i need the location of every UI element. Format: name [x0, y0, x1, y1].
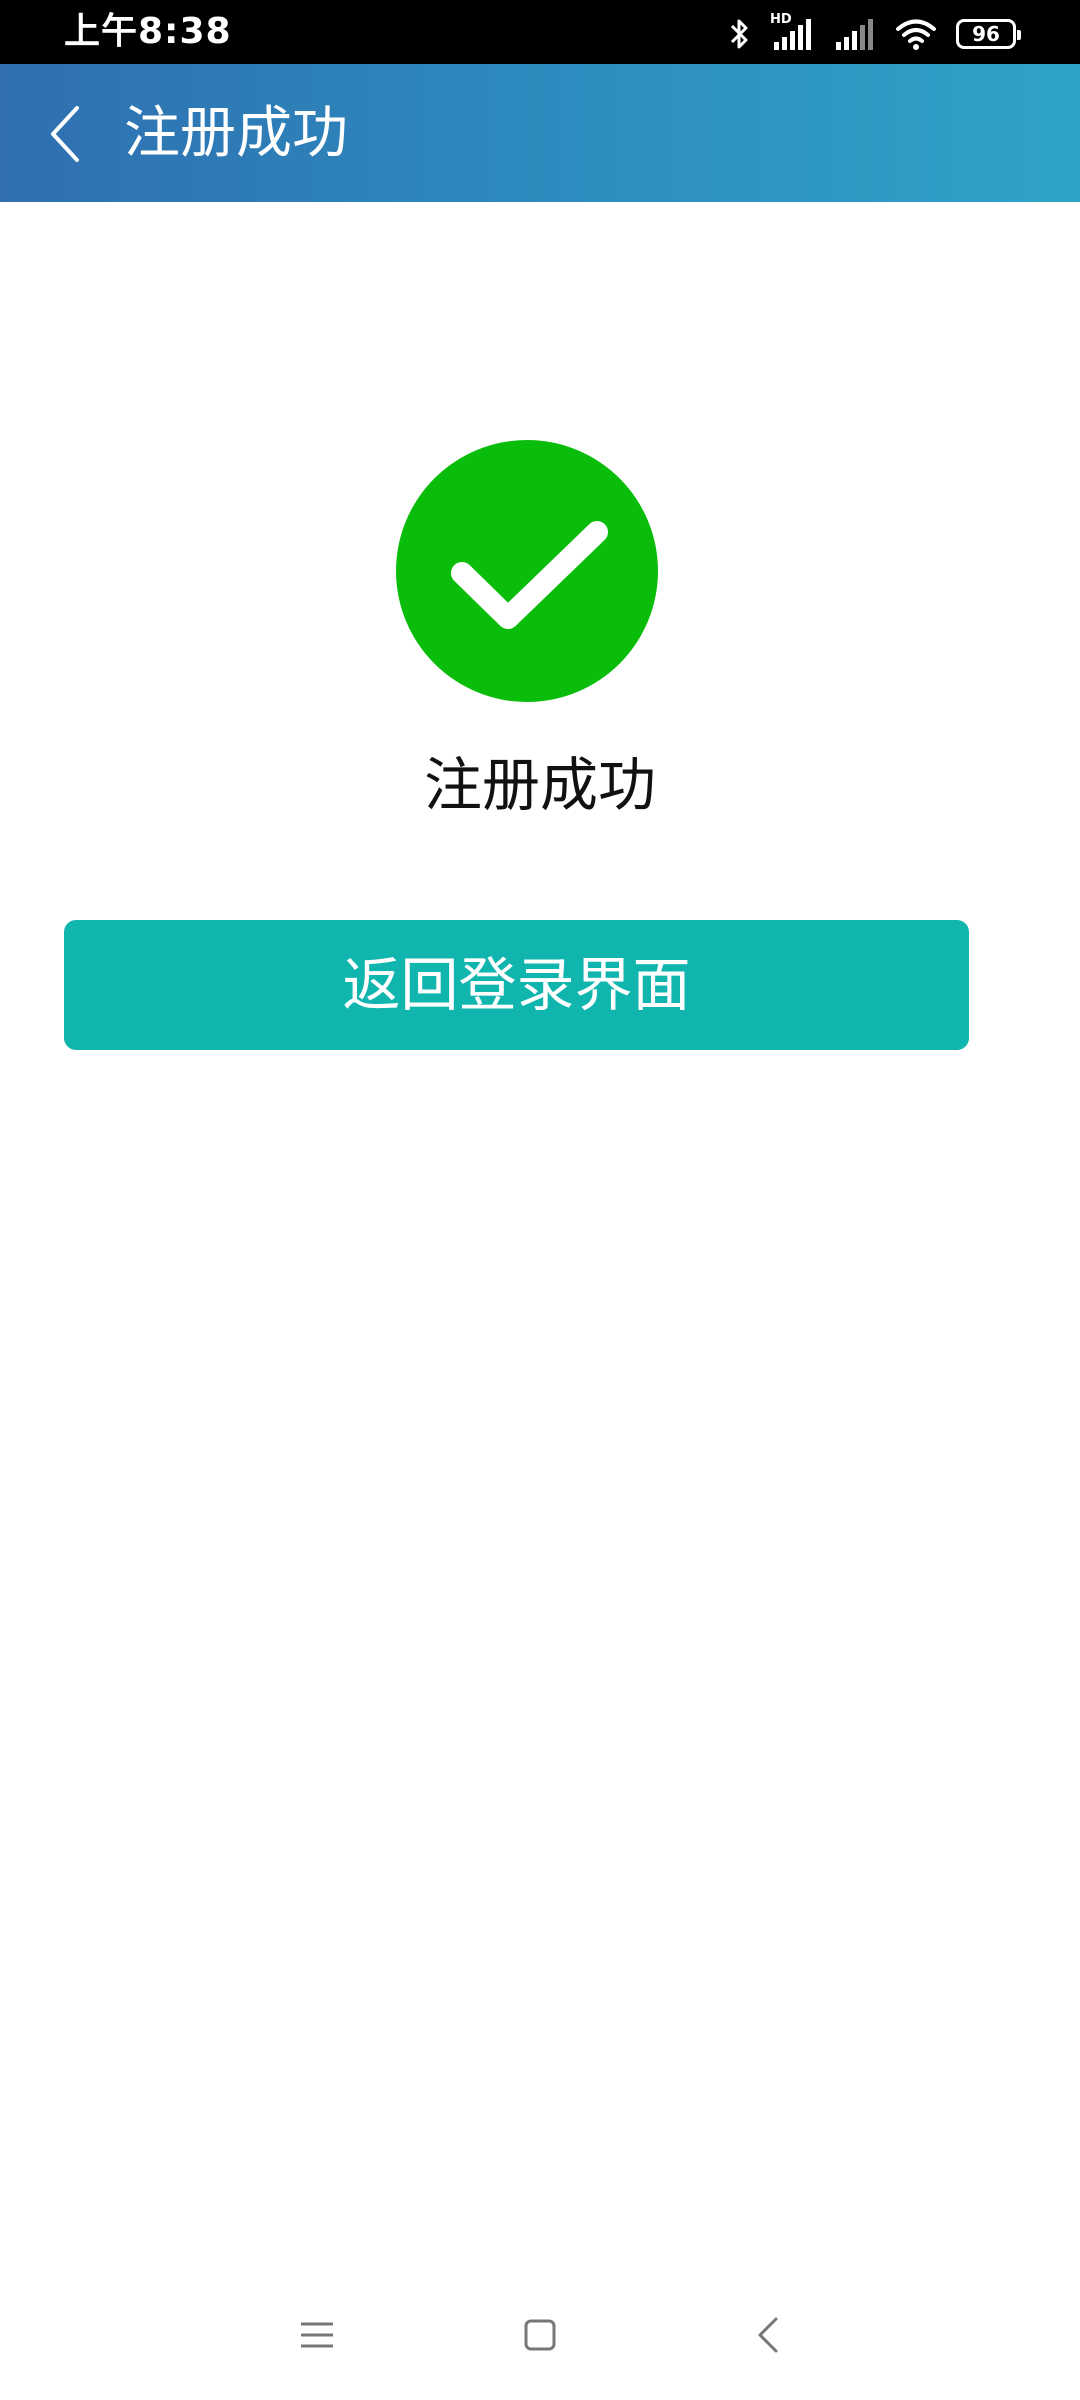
navigation-bar: [0, 2270, 1080, 2400]
page-title: 注册成功: [124, 101, 348, 166]
status-icons: HD 96: [728, 12, 1021, 54]
success-message: 注册成功: [423, 751, 656, 819]
battery-level: 96: [972, 22, 1000, 46]
check-circle-icon: [396, 440, 658, 702]
nav-back-button[interactable]: [728, 2300, 808, 2370]
wifi-icon: [896, 19, 936, 50]
bluetooth-icon: [730, 19, 748, 49]
home-icon: [524, 2319, 556, 2351]
back-button[interactable]: [30, 99, 100, 169]
menu-icon: [301, 2322, 333, 2348]
app-bar: 注册成功: [0, 64, 1080, 202]
menu-button[interactable]: [277, 2300, 357, 2370]
chevron-left-icon: [51, 106, 79, 162]
status-time: 上午8:38: [64, 11, 232, 52]
signal-icon: [836, 19, 873, 50]
signal-hd-icon: HD: [770, 12, 814, 52]
battery-icon: 96: [956, 19, 1021, 49]
return-to-login-button[interactable]: 返回登录界面: [64, 920, 969, 1050]
back-icon: [758, 2317, 778, 2353]
home-button[interactable]: [500, 2300, 580, 2370]
status-bar: 上午8:38 HD 96: [0, 0, 1080, 64]
